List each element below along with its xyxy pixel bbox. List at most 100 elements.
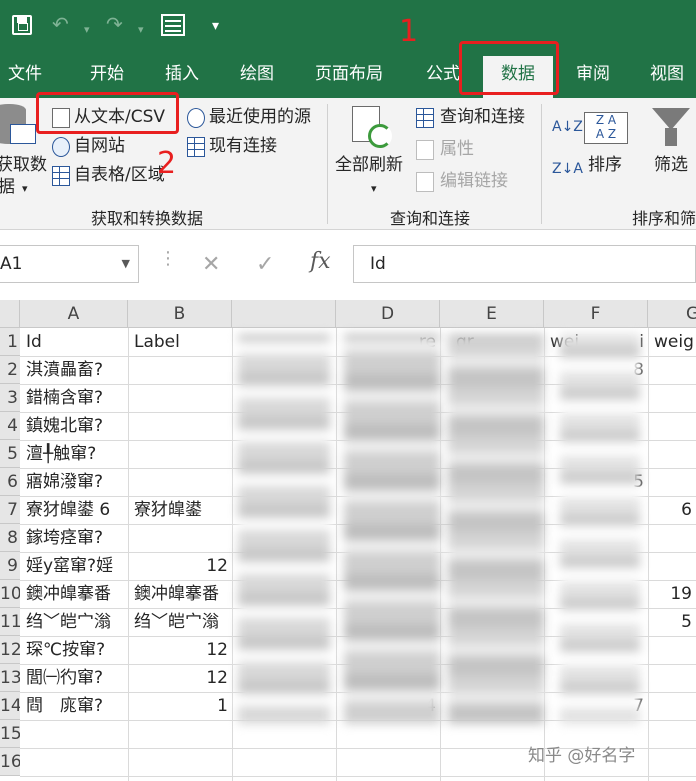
cell-g10[interactable]: 19 <box>636 580 696 608</box>
sort-az-icon[interactable]: A↓Z <box>552 116 583 138</box>
save-icon[interactable] <box>12 15 32 35</box>
cell-g1[interactable]: weig <box>648 328 696 356</box>
enter-icon[interactable]: ✓ <box>256 252 274 277</box>
tab-page-layout[interactable]: 页面布局 <box>315 60 383 88</box>
tab-review[interactable]: 审阅 <box>576 60 610 88</box>
column-header-f[interactable]: F <box>544 300 648 328</box>
sort-za-icon[interactable]: Z↓A <box>552 158 583 180</box>
row-header-6[interactable]: 6 <box>0 468 20 496</box>
cell-a6[interactable]: 寤婂潑窜? <box>20 468 128 496</box>
row-header-11[interactable]: 11 <box>0 608 20 636</box>
customize-qat-icon[interactable]: ▾ <box>212 12 219 40</box>
spreadsheet-grid: A B D E F G 1 2 3 4 5 6 7 8 9 10 11 12 13 14 15 16 Id 淇濆… <box>0 300 696 781</box>
row-header-7[interactable]: 7 <box>0 496 20 524</box>
edit-links-button[interactable]: 编辑链接 <box>440 170 508 192</box>
cell-b1[interactable]: Label <box>128 328 232 356</box>
tab-view[interactable]: 视图 <box>650 60 684 88</box>
get-data-label-2[interactable]: 据 <box>0 176 15 198</box>
cell-g11[interactable]: 5 <box>636 608 696 636</box>
get-data-dropdown-icon[interactable]: ▾ <box>22 178 28 200</box>
undo-icon[interactable]: ↶ <box>52 10 69 38</box>
existing-connections-button[interactable]: 现有连接 <box>209 135 277 157</box>
formula-input[interactable]: Id <box>353 245 696 283</box>
cell-b7[interactable]: 寮犲皥鍙 <box>128 496 232 524</box>
cell-b13[interactable]: 12 <box>128 664 232 692</box>
column-header-a[interactable]: A <box>20 300 128 328</box>
row-header-4[interactable]: 4 <box>0 412 20 440</box>
column-header-g[interactable]: G <box>648 300 696 328</box>
cell-b14[interactable]: 1 <box>128 692 232 720</box>
column-header-c[interactable] <box>232 300 336 328</box>
highlight-from-text-csv <box>36 92 179 134</box>
cell-a12[interactable]: 琛℃按窜? <box>20 636 128 664</box>
annotation-number-2: 2 <box>157 146 177 181</box>
filter-icon[interactable] <box>652 108 690 130</box>
row-header-16[interactable]: 16 <box>0 748 20 776</box>
cell-g7[interactable]: 6 <box>636 496 696 524</box>
refresh-all-icon[interactable] <box>352 106 394 150</box>
row-header-3[interactable]: 3 <box>0 384 20 412</box>
cell-b12[interactable]: 12 <box>128 636 232 664</box>
refresh-all-dropdown-icon[interactable]: ▾ <box>371 178 377 200</box>
gridline <box>232 328 233 781</box>
row-header-12[interactable]: 12 <box>0 636 20 664</box>
cell-a7[interactable]: 寮犲皥鍙 6 <box>20 496 128 524</box>
row-header-8[interactable]: 8 <box>0 524 20 552</box>
cell-a14[interactable]: 閰 庣窜? <box>20 692 128 720</box>
select-all-corner[interactable] <box>0 300 20 328</box>
row-header-5[interactable]: 5 <box>0 440 20 468</box>
tab-insert[interactable]: 插入 <box>165 60 199 88</box>
row-header-9[interactable]: 9 <box>0 552 20 580</box>
redo-icon[interactable]: ↷ <box>106 10 123 38</box>
gridline <box>336 328 337 781</box>
name-box-dropdown-icon[interactable]: ▼ <box>122 246 130 282</box>
cell-b9[interactable]: 12 <box>128 552 232 580</box>
sort-button[interactable]: 排序 <box>588 154 622 176</box>
cell-b11[interactable]: 绉﹀皑宀滃 <box>128 608 232 636</box>
cell-a10[interactable]: 鐭冲皥搴番 <box>20 580 128 608</box>
row-header-2[interactable]: 2 <box>0 356 20 384</box>
queries-connections-button[interactable]: 查询和连接 <box>440 106 525 128</box>
cell-a8[interactable]: 鎵垮痉窜? <box>20 524 128 552</box>
form-icon[interactable] <box>161 14 185 36</box>
row-header-1[interactable]: 1 <box>0 328 20 356</box>
ribbon-separator <box>541 104 542 224</box>
tab-formulas[interactable]: 公式 <box>426 60 460 88</box>
cell-a1[interactable]: Id <box>20 328 128 356</box>
row-header-14[interactable]: 14 <box>0 692 20 720</box>
redo-dropdown-icon[interactable]: ▾ <box>138 16 144 44</box>
row-header-15[interactable]: 15 <box>0 720 20 748</box>
get-data-icon[interactable] <box>0 104 36 148</box>
sort-icon[interactable]: Z AA Z <box>584 112 628 144</box>
row-header-13[interactable]: 13 <box>0 664 20 692</box>
web-icon <box>52 137 70 157</box>
from-table-button[interactable]: 自表格/区域 <box>74 164 165 186</box>
tab-home[interactable]: 开始 <box>90 60 124 88</box>
cell-b10[interactable]: 鐭冲皥搴番 <box>128 580 232 608</box>
get-data-label[interactable]: 获取数 <box>0 154 47 176</box>
cell-a5[interactable]: 澶╀触窜? <box>20 440 128 468</box>
from-web-button[interactable]: 自网站 <box>74 135 125 157</box>
filter-button[interactable]: 筛选 <box>654 154 688 176</box>
row-header-10[interactable]: 10 <box>0 580 20 608</box>
refresh-all-button[interactable]: 全部刷新 <box>335 154 403 176</box>
cell-a11[interactable]: 绉﹀皑宀滃 <box>20 608 128 636</box>
column-header-e[interactable]: E <box>440 300 544 328</box>
cell-a4[interactable]: 鎮媿北窜? <box>20 412 128 440</box>
properties-button[interactable]: 属性 <box>440 138 474 160</box>
cell-a9[interactable]: 婬y窰窜?婬 <box>20 552 128 580</box>
properties-icon <box>416 140 434 160</box>
cell-a3[interactable]: 錯楠含窜? <box>20 384 128 412</box>
undo-dropdown-icon[interactable]: ▾ <box>84 16 90 44</box>
tab-draw[interactable]: 绘图 <box>240 60 274 88</box>
column-header-b[interactable]: B <box>128 300 232 328</box>
column-header-d[interactable]: D <box>336 300 440 328</box>
queries-connections-icon <box>416 108 434 128</box>
recent-sources-button[interactable]: 最近使用的源 <box>209 106 311 128</box>
tab-file[interactable]: 文件 <box>8 60 42 88</box>
cancel-icon[interactable]: ✕ <box>202 252 220 277</box>
cell-a13[interactable]: 閭㈠彴窜? <box>20 664 128 692</box>
name-box[interactable]: A1 ▼ <box>0 245 139 283</box>
cell-a2[interactable]: 淇濆畾畜? <box>20 356 128 384</box>
insert-function-icon[interactable]: fx <box>310 249 331 274</box>
